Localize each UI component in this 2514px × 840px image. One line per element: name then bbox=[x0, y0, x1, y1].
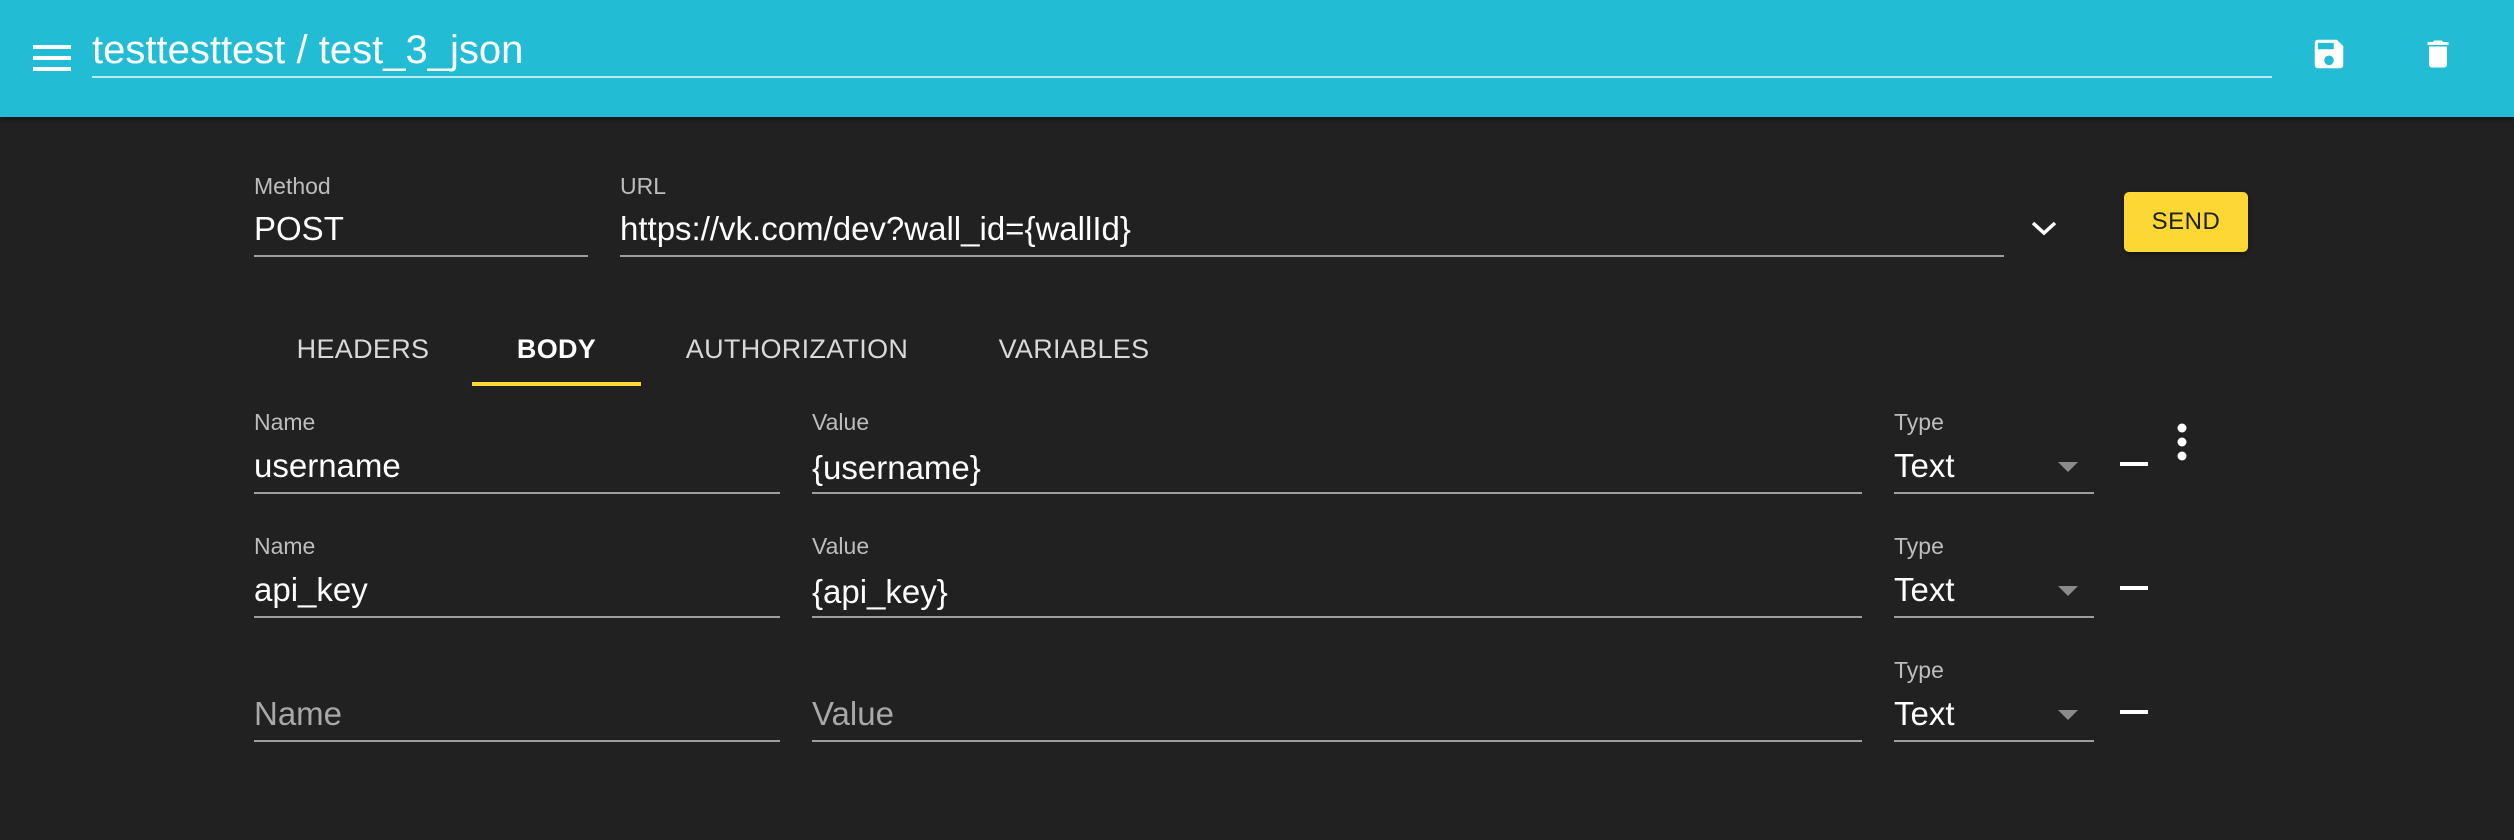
minus-icon bbox=[2120, 710, 2148, 714]
dropdown-arrow-icon bbox=[2058, 462, 2078, 472]
body-row-type-label: Type bbox=[1894, 533, 1944, 559]
remove-row-button[interactable] bbox=[2110, 564, 2158, 612]
collection-title-field[interactable]: testtesttest / test_3_json bbox=[92, 22, 2272, 78]
minus-icon bbox=[2120, 586, 2148, 590]
dropdown-arrow-icon bbox=[2058, 710, 2078, 720]
body-row-type-value: Text bbox=[1894, 695, 1955, 732]
body-row-name-input[interactable]: username bbox=[254, 442, 780, 494]
remove-row-button[interactable] bbox=[2110, 688, 2158, 736]
body-row-value-value: {api_key} bbox=[812, 573, 948, 610]
body-row-type-value: Text bbox=[1894, 571, 1955, 608]
body-row-type-select[interactable]: Text bbox=[1894, 442, 2094, 494]
body-row-value-placeholder: Value bbox=[812, 695, 894, 732]
url-value: https://vk.com/dev?wall_id={wallId} bbox=[620, 210, 1131, 247]
tab-headers[interactable]: HEADERS bbox=[284, 312, 442, 386]
body-row-value-value: {username} bbox=[812, 449, 981, 486]
method-value: POST bbox=[254, 210, 344, 247]
minus-icon bbox=[2120, 462, 2148, 466]
send-button[interactable]: SEND bbox=[2124, 192, 2248, 252]
tab-indicator bbox=[472, 382, 641, 386]
body-row-type-label: Type bbox=[1894, 409, 1944, 435]
body-row-value-input[interactable]: Value bbox=[812, 690, 1862, 742]
save-icon[interactable] bbox=[2301, 26, 2357, 82]
body-row-name-value: api_key bbox=[254, 571, 368, 608]
chevron-down-icon[interactable] bbox=[2024, 208, 2064, 248]
tab-body[interactable]: BODY bbox=[472, 312, 641, 386]
url-label: URL bbox=[620, 173, 667, 199]
body-row-value-input[interactable]: {username} bbox=[812, 442, 1862, 494]
body-row-type-value: Text bbox=[1894, 447, 1955, 484]
body-row-name-label: Name bbox=[254, 533, 316, 559]
tab-variables[interactable]: VARIABLES bbox=[953, 312, 1195, 386]
body-row-value-input[interactable]: {api_key} bbox=[812, 566, 1862, 618]
app-bar: testtesttest / test_3_json bbox=[0, 0, 2514, 117]
remove-row-button[interactable] bbox=[2110, 440, 2158, 488]
menu-icon[interactable] bbox=[24, 30, 80, 86]
more-vert-icon[interactable] bbox=[2160, 420, 2204, 464]
dropdown-arrow-icon bbox=[2058, 586, 2078, 596]
body-row-type-label: Type bbox=[1894, 657, 1944, 683]
method-select[interactable]: POST bbox=[254, 205, 588, 257]
body-row-name-placeholder: Name bbox=[254, 695, 343, 732]
body-row-name-input[interactable]: Name bbox=[254, 690, 780, 742]
body-row-name-input[interactable]: api_key bbox=[254, 566, 780, 618]
body-row-type-select[interactable]: Text bbox=[1894, 690, 2094, 742]
body-row-type-select[interactable]: Text bbox=[1894, 566, 2094, 618]
delete-icon[interactable] bbox=[2410, 26, 2466, 82]
page-title[interactable]: testtesttest / test_3_json bbox=[92, 28, 523, 72]
url-input[interactable]: https://vk.com/dev?wall_id={wallId} bbox=[620, 205, 2004, 257]
tab-authorization[interactable]: AUTHORIZATION bbox=[671, 312, 923, 386]
body-row-name-value: username bbox=[254, 447, 401, 484]
body-row-value-label: Value bbox=[812, 533, 870, 559]
method-label: Method bbox=[254, 173, 331, 199]
body-row-name-label: Name bbox=[254, 409, 316, 435]
body-row-value-label: Value bbox=[812, 409, 870, 435]
